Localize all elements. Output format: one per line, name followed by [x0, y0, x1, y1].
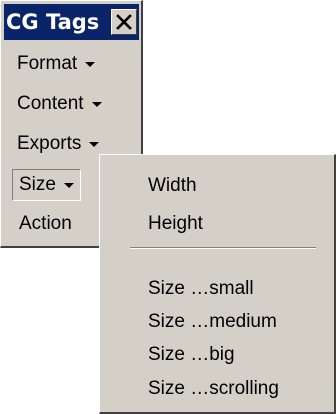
toolbar-item-size[interactable]: Size [12, 169, 81, 201]
toolbar-title-bar[interactable]: CG Tags [4, 4, 139, 40]
toolbar-item-label: Format [17, 53, 78, 74]
menu-item-label: Height [148, 213, 203, 234]
toolbar-item-label: Exports [17, 133, 82, 154]
menu-item-size-scrolling[interactable]: Size …scrolling [148, 374, 279, 404]
close-x-icon [116, 14, 132, 30]
toolbar-item-format[interactable]: Format [10, 48, 102, 80]
toolbar-item-content[interactable]: Content [10, 88, 109, 120]
menu-item-label: Size …small [148, 278, 254, 299]
toolbar-item-label: Content [17, 93, 84, 114]
menu-item-size-big[interactable]: Size …big [148, 340, 235, 370]
menu-item-label: Size …medium [148, 311, 277, 332]
menu-item-width[interactable]: Width [148, 171, 197, 201]
toolbar-item-label: Size [19, 174, 56, 195]
dropdown-arrow-icon [91, 101, 102, 107]
dropdown-arrow-icon [89, 141, 100, 147]
menu-item-height[interactable]: Height [148, 209, 203, 239]
toolbar-item-label: Action [19, 213, 72, 234]
menu-item-size-medium[interactable]: Size …medium [148, 307, 277, 337]
dropdown-arrow-icon [63, 182, 74, 188]
size-submenu: Width Height Size …small Size …medium Si… [99, 154, 336, 414]
menu-item-label: Size …scrolling [148, 378, 279, 399]
close-button[interactable] [111, 9, 137, 35]
toolbar-item-exports[interactable]: Exports [10, 128, 106, 160]
menu-item-label: Size …big [148, 344, 235, 365]
toolbar-title: CG Tags [6, 10, 100, 34]
menu-item-size-small[interactable]: Size …small [148, 274, 254, 304]
menu-separator [130, 247, 316, 249]
toolbar-item-action[interactable]: Action [12, 208, 79, 240]
dropdown-arrow-icon [85, 61, 96, 67]
menu-item-label: Width [148, 175, 197, 196]
